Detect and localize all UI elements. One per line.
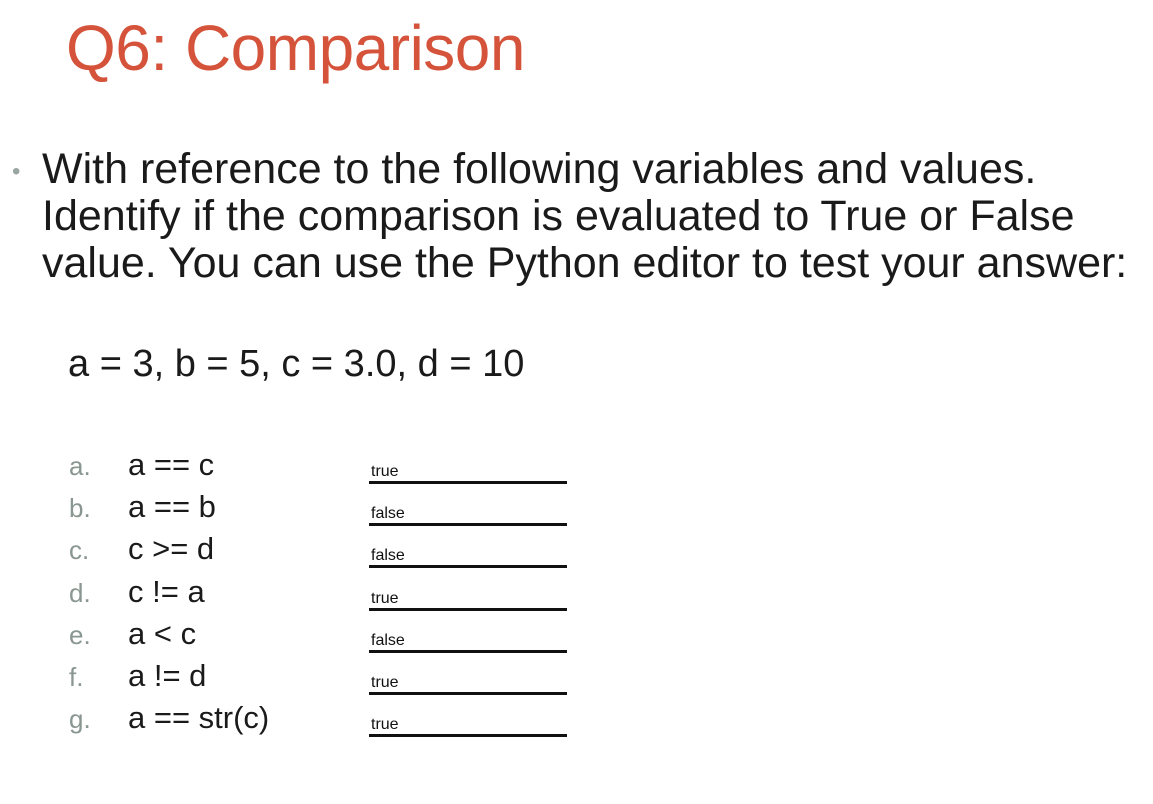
question-row-d: d. c != a true: [0, 574, 600, 618]
question-expression: a != d: [128, 658, 207, 693]
question-row-a: a. a == c true: [0, 447, 600, 491]
answer-field[interactable]: false: [369, 631, 567, 653]
question-expression: c >= d: [128, 531, 215, 566]
question-expression: a == str(c): [128, 700, 270, 735]
question-letter: a.: [69, 451, 91, 481]
answer-field[interactable]: true: [369, 589, 567, 611]
question-expression: a < c: [128, 616, 197, 651]
question-row-c: c. c >= d false: [0, 531, 600, 575]
slide-title: Q6: Comparison: [66, 12, 525, 84]
question-expression: a == c: [128, 447, 215, 482]
question-letter: e.: [69, 620, 91, 650]
answer-field[interactable]: true: [369, 715, 567, 737]
question-letter: d.: [69, 578, 91, 608]
bullet-icon: •: [12, 158, 21, 185]
question-row-g: g. a == str(c) true: [0, 700, 600, 744]
question-row-b: b. a == b false: [0, 489, 600, 533]
question-letter: b.: [69, 493, 91, 523]
answer-field[interactable]: true: [369, 462, 567, 484]
answer-field[interactable]: true: [369, 673, 567, 695]
question-expression: c != a: [128, 574, 205, 609]
answer-field[interactable]: false: [369, 504, 567, 526]
instruction-text: With reference to the following variable…: [42, 145, 1128, 287]
question-expression: a == b: [128, 489, 216, 524]
question-row-f: f. a != d true: [0, 658, 600, 702]
question-letter: f.: [69, 662, 84, 692]
question-row-e: e. a < c false: [0, 616, 600, 660]
answer-field[interactable]: false: [369, 546, 567, 568]
question-letter: c.: [69, 535, 90, 565]
variables-line: a = 3, b = 5, c = 3.0, d = 10: [68, 343, 525, 385]
question-letter: g.: [69, 704, 91, 734]
